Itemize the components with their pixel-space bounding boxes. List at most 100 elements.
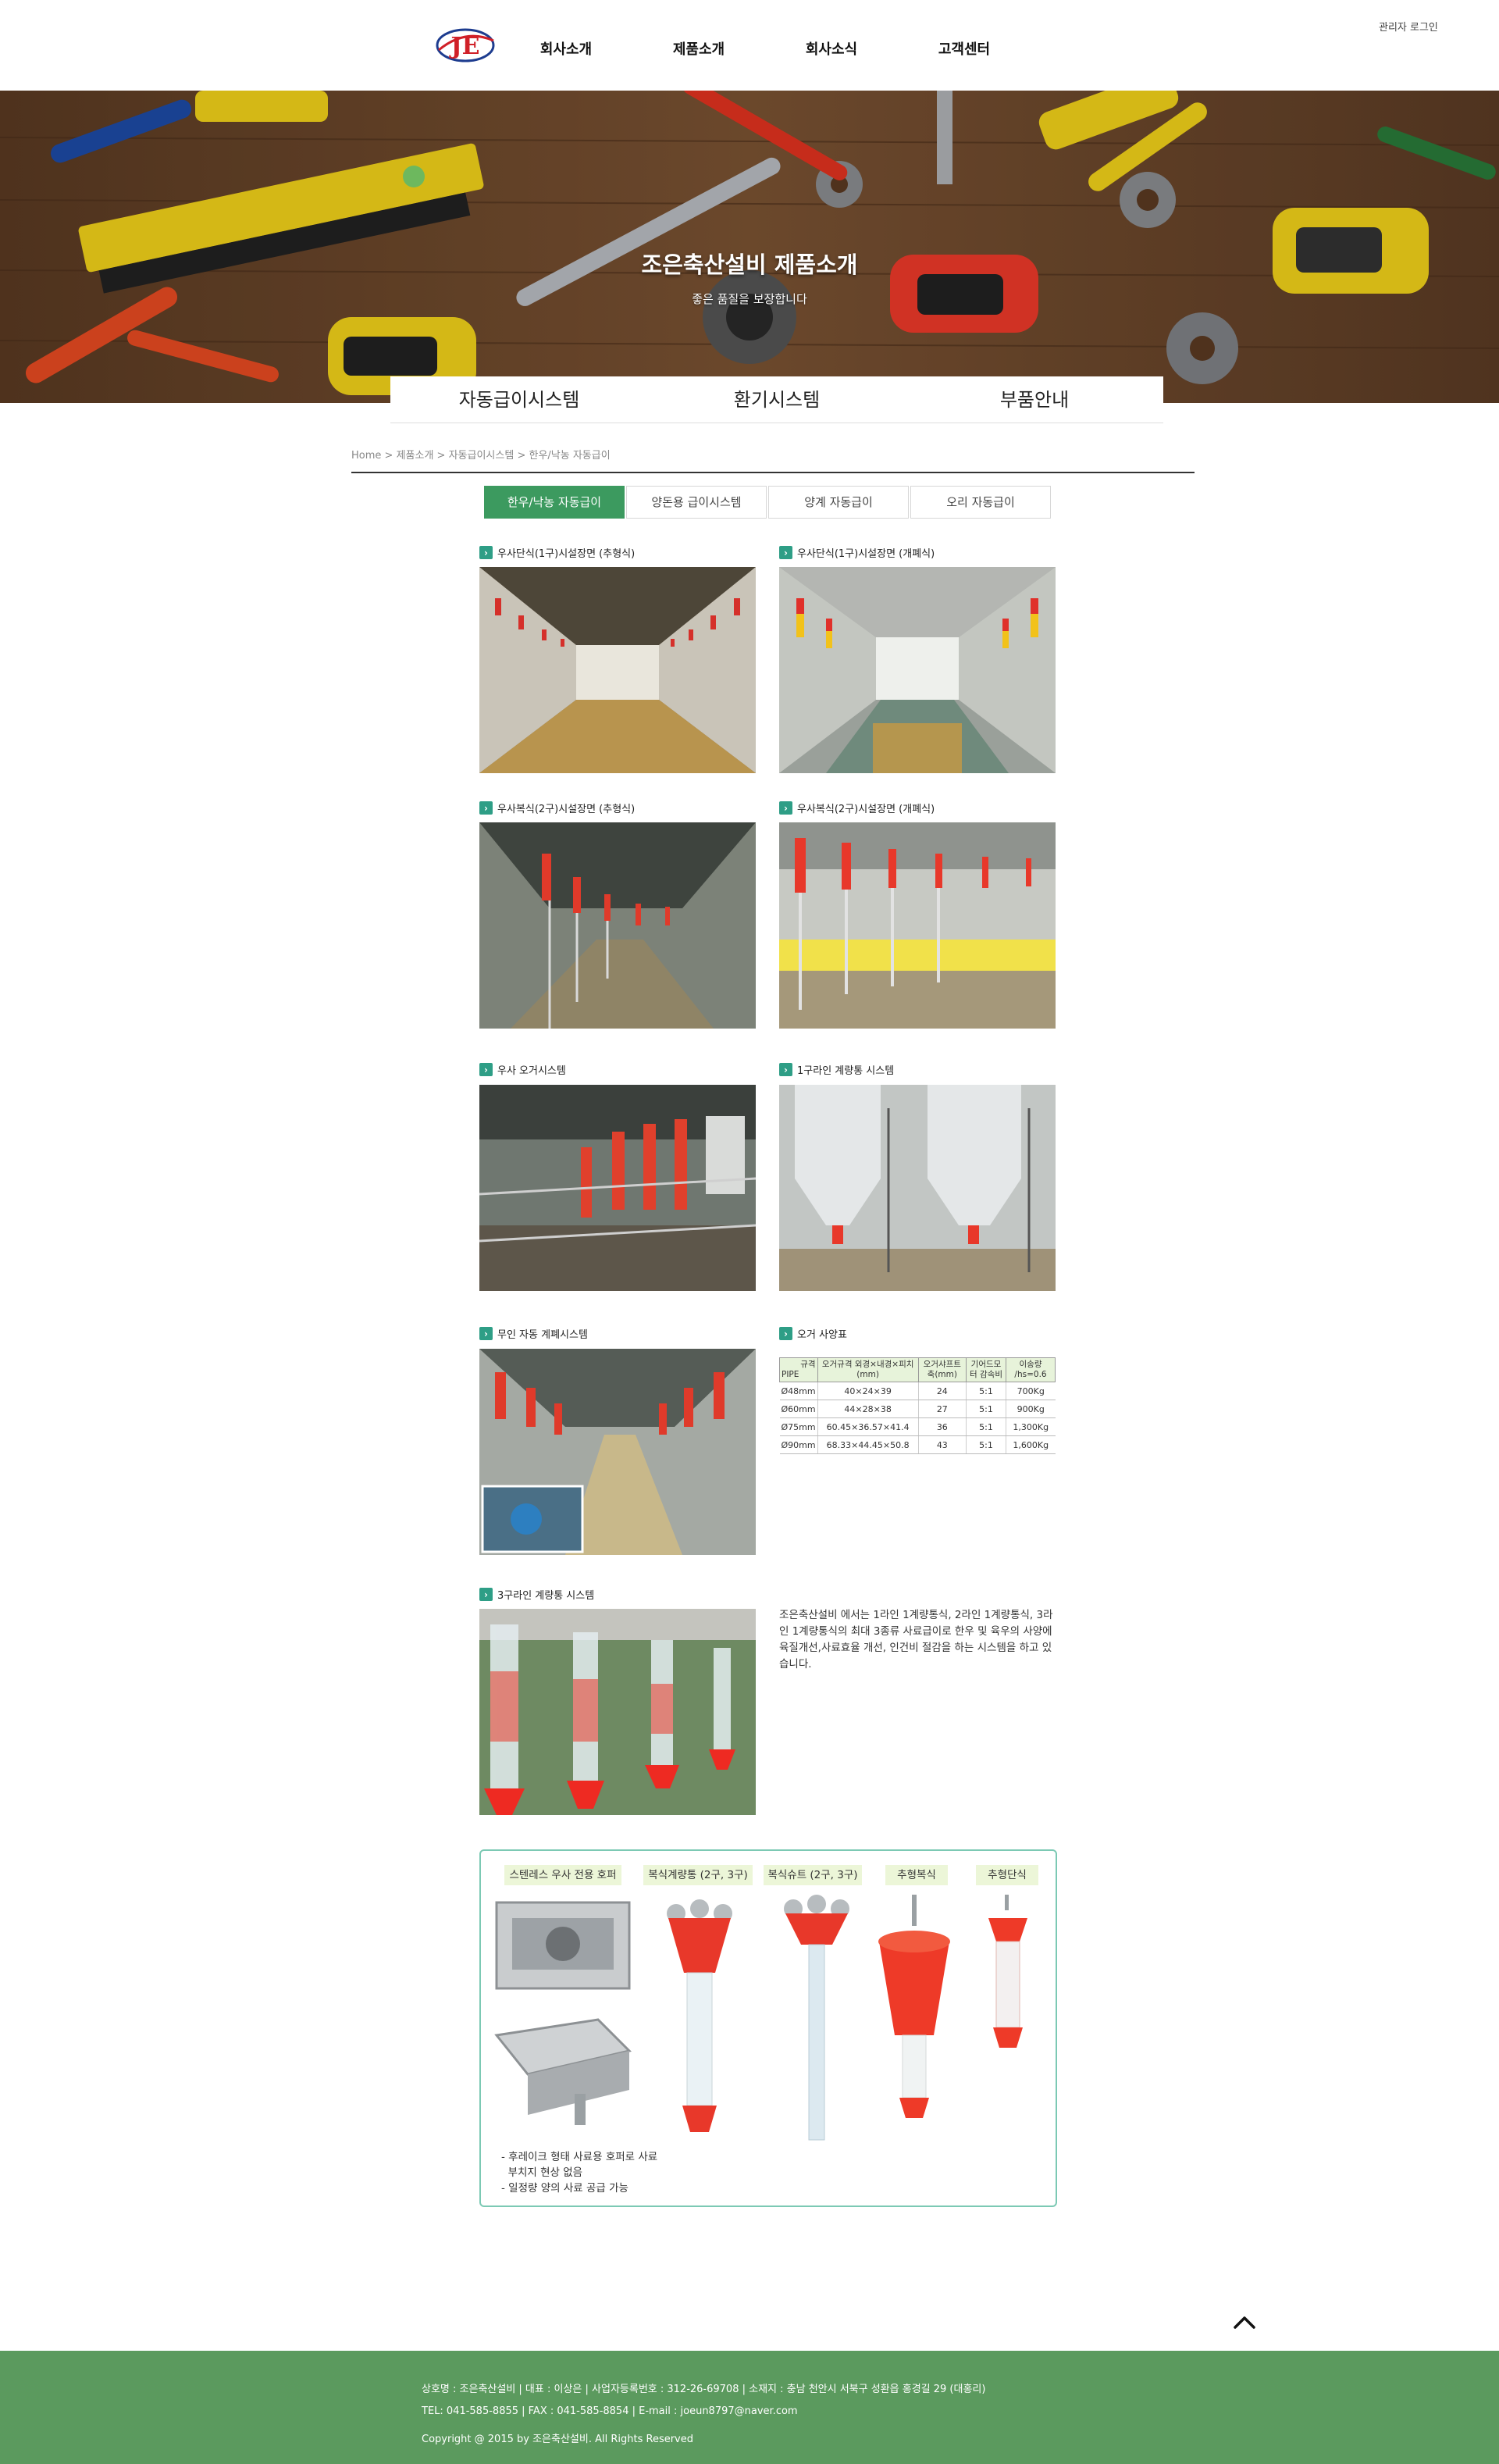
- table-row: Ø90mm 68.33×44.45×50.8 43 5:1 1,600Kg: [779, 1435, 1056, 1454]
- item-title: › 우사 오거시스템: [479, 1062, 566, 1077]
- barn-photo: [779, 567, 1056, 773]
- nav-support[interactable]: 고객센터: [898, 0, 1031, 91]
- nav-products[interactable]: 제품소개: [632, 0, 765, 91]
- item-title: › 우사단식(1구)시설장면 (추형식): [479, 545, 635, 560]
- item-title-text: 우사복식(2구)시설장면 (개폐식): [797, 804, 935, 815]
- admin-login-link[interactable]: 관리자 로그인: [1379, 19, 1438, 34]
- system-description: 조은축산설비 에서는 1라인 1계량통식, 2라인 1계량통식, 3라인 1계량…: [779, 1609, 1053, 1671]
- tab-duck-feeding[interactable]: 오리 자동급이: [910, 486, 1051, 519]
- auto-gate-photo: [479, 1349, 756, 1555]
- breadcrumb-divider: [351, 472, 1195, 473]
- item-title-text: 1구라인 계량통 시스템: [797, 1065, 895, 1077]
- table-cell: 40×24×39: [817, 1382, 919, 1400]
- chevron-right-icon: ›: [479, 1063, 493, 1076]
- table-header-cell: 기어드모터 감속비: [965, 1357, 1007, 1382]
- breadcrumb-separator: >: [436, 450, 449, 462]
- parts-panel: 스텐레스 우사 전용 호퍼 복식계량통 (2구, 3구) 복식슈트 (2구, 3…: [479, 1849, 1057, 2207]
- table-header-cell: 오거규격 외경×내경×피치(mm): [817, 1357, 919, 1382]
- part-label: 스텐레스 우사 전용 호퍼: [504, 1865, 621, 1885]
- category-tabs: 한우/낙농 자동급이 양돈용 급이시스템 양계 자동급이 오리 자동급이: [484, 486, 1051, 519]
- chevron-right-icon: ›: [479, 546, 493, 559]
- hopper-notes: - 후레이크 형태 사료용 호퍼로 사료 부치지 현상 없음 - 일정량 양의 …: [501, 2149, 657, 2196]
- breadcrumb-auto-feeding[interactable]: 자동급이시스템: [449, 450, 515, 462]
- hero-subtitle: 좋은 품질을 보장합니다: [692, 292, 807, 306]
- item-title-text: 3구라인 계량통 시스템: [497, 1590, 595, 1602]
- table-header-cell: 규격 PIPE: [779, 1357, 818, 1382]
- chevron-right-icon: ›: [779, 1063, 792, 1076]
- barn-photo: [479, 822, 756, 1029]
- item-title: › 1구라인 계량통 시스템: [779, 1062, 894, 1077]
- breadcrumb-separator: >: [517, 450, 529, 462]
- subnav-ventilation[interactable]: 환기시스템: [648, 376, 906, 423]
- auger-system-photo: [479, 1085, 756, 1291]
- footer-company-info: 상호명 : 조은축산설비 | 대표 : 이상은 | 사업자등록번호 : 312-…: [422, 2384, 986, 2395]
- chevron-right-icon: ›: [779, 1327, 792, 1340]
- item-title-text: 우사단식(1구)시설장면 (추형식): [497, 548, 636, 560]
- item-title: › 우사단식(1구)시설장면 (개폐식): [779, 545, 935, 560]
- table-cell: 700Kg: [1006, 1382, 1056, 1400]
- chevron-right-icon: ›: [779, 801, 792, 815]
- table-row: Ø48mm 40×24×39 24 5:1 700Kg: [779, 1382, 1056, 1400]
- item-title-text: 우사복식(2구)시설장면 (추형식): [497, 804, 636, 815]
- breadcrumb-separator: >: [384, 450, 397, 462]
- item-title: › 3구라인 계량통 시스템: [479, 1587, 594, 1602]
- item-title-text: 무인 자동 계폐시스템: [497, 1329, 588, 1341]
- tab-cattle-feeding[interactable]: 한우/낙농 자동급이: [484, 486, 625, 519]
- subnav-auto-feeding[interactable]: 자동급이시스템: [390, 376, 648, 423]
- chevron-right-icon: ›: [779, 546, 792, 559]
- part-label: 추형복식: [885, 1865, 948, 1885]
- chevron-right-icon: ›: [479, 1588, 493, 1601]
- breadcrumb-home[interactable]: Home: [351, 450, 381, 462]
- table-cell: 27: [917, 1400, 967, 1418]
- table-header-row: 규격 PIPE 오거규격 외경×내경×피치(mm) 오거샤프트 축(mm) 기어드…: [779, 1357, 1056, 1382]
- table-cell: 24: [917, 1382, 967, 1400]
- breadcrumb-products[interactable]: 제품소개: [397, 450, 434, 462]
- hero-title: 조은축산설비 제품소개: [641, 251, 858, 278]
- tab-pig-feeding[interactable]: 양돈용 급이시스템: [626, 486, 767, 519]
- part-label: 복식슈트 (2구, 3구): [764, 1865, 862, 1885]
- cone-single-feeder-image: [988, 1895, 1027, 2048]
- subnav-parts[interactable]: 부품안내: [906, 376, 1163, 423]
- double-metering-feeder-image: [667, 1899, 732, 2132]
- sub-nav: 자동급이시스템 환기시스템 부품안내: [390, 376, 1163, 423]
- item-title: › 우사복식(2구)시설장면 (추형식): [479, 801, 635, 815]
- chevron-up-icon: [1234, 2316, 1255, 2329]
- tab-poultry-feeding[interactable]: 양계 자동급이: [768, 486, 909, 519]
- item-title: › 무인 자동 계폐시스템: [479, 1326, 588, 1341]
- company-logo[interactable]: JE: [434, 23, 497, 67]
- table-row: Ø75mm 60.45×36.57×41.4 36 5:1 1,300Kg: [779, 1417, 1056, 1436]
- note-line: 부치지 현상 없음: [501, 2166, 583, 2179]
- parts-illustrations: [494, 1895, 1027, 2141]
- table-header-cell: 오거샤프트 축(mm): [917, 1357, 967, 1382]
- breadcrumb-current: 한우/낙농 자동급이: [529, 450, 611, 462]
- part-label: 추형단식: [976, 1865, 1038, 1885]
- cone-double-feeder-image: [878, 1895, 950, 2118]
- table-cell: Ø48mm: [779, 1382, 818, 1400]
- chevron-right-icon: ›: [479, 1327, 493, 1340]
- table-cell: 900Kg: [1006, 1400, 1056, 1418]
- table-cell: 60.45×36.57×41.4: [817, 1417, 919, 1436]
- table-cell: 1,300Kg: [1006, 1417, 1056, 1436]
- item-title: › 우사복식(2구)시설장면 (개폐식): [779, 801, 935, 815]
- item-title-text: 우사 오거시스템: [497, 1065, 566, 1077]
- note-line: - 후레이크 형태 사료용 호퍼로 사료: [501, 2151, 658, 2163]
- table-cell: 5:1: [965, 1417, 1006, 1436]
- table-cell: 1,600Kg: [1006, 1435, 1056, 1454]
- nav-news[interactable]: 회사소식: [765, 0, 898, 91]
- stainless-hopper-image: [494, 1901, 632, 2125]
- nav-company[interactable]: 회사소개: [500, 0, 632, 91]
- item-title-text: 우사단식(1구)시설장면 (개폐식): [797, 548, 935, 560]
- auger-spec-table: 규격 PIPE 오거규격 외경×내경×피치(mm) 오거샤프트 축(mm) 기어드…: [779, 1357, 1056, 1454]
- metering-hopper-photo: [779, 1085, 1056, 1291]
- table-cell: 44×28×38: [817, 1400, 919, 1418]
- table-cell: 43: [917, 1435, 967, 1454]
- site-footer: 상호명 : 조은축산설비 | 대표 : 이상은 | 사업자등록번호 : 312-…: [0, 2351, 1499, 2464]
- main-nav: 회사소개 제품소개 회사소식 고객센터: [500, 0, 1031, 91]
- logo-icon: JE: [436, 28, 495, 62]
- table-cell: 36: [917, 1417, 967, 1436]
- table-cell: Ø60mm: [779, 1400, 818, 1418]
- table-cell: 68.33×44.45×50.8: [817, 1435, 919, 1454]
- svg-text:JE: JE: [448, 33, 479, 60]
- scroll-top-button[interactable]: [1229, 2310, 1260, 2334]
- footer-copyright: Copyright @ 2015 by 조은축산설비. All Rights R…: [422, 2434, 693, 2445]
